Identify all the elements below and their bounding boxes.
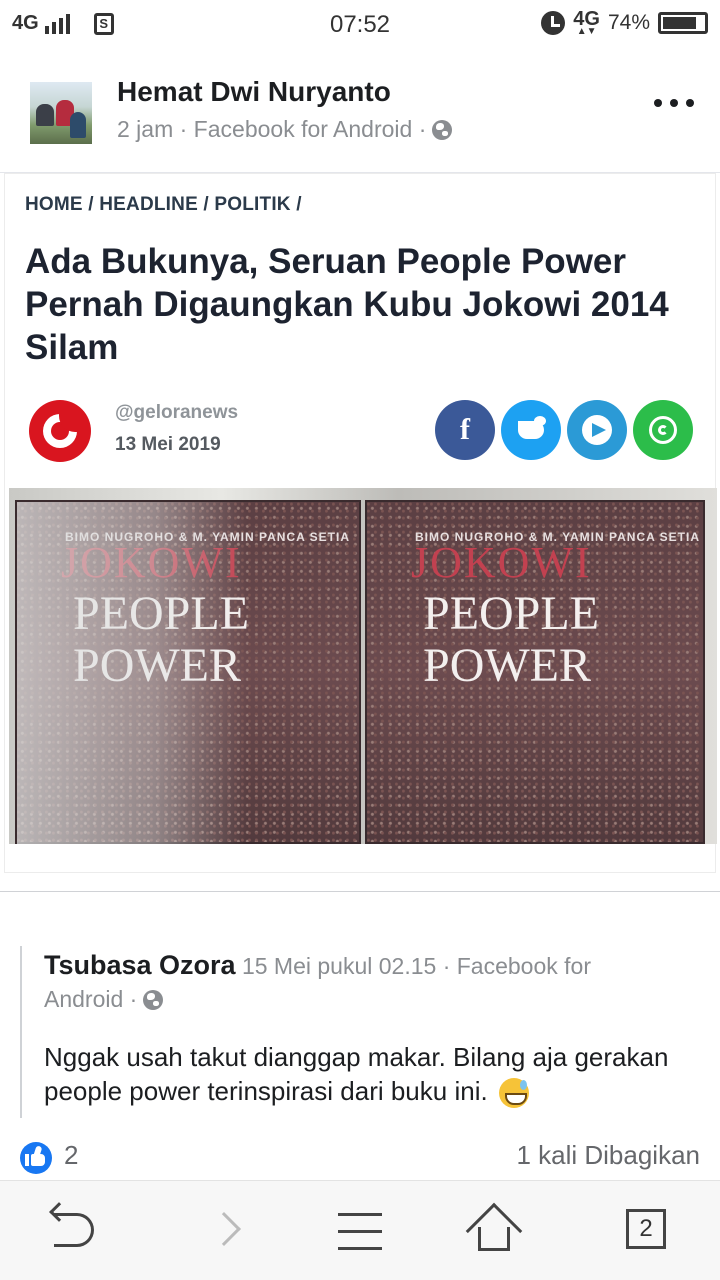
book-photo: BIMO NUGROHO & M. YAMIN PANCA SETIA JOKO… — [9, 488, 717, 844]
dot-icon — [686, 99, 694, 107]
book-title: PEOPLE POWER — [423, 588, 599, 692]
post-meta: 2 jam · Facebook for Android · — [117, 116, 453, 143]
article-screenshot: HOME / HEADLINE / POLITIK / Ada Bukunya,… — [4, 173, 717, 873]
dot-icon — [654, 99, 662, 107]
forward-button[interactable] — [176, 1181, 276, 1280]
bottom-navigation: 2 — [0, 1180, 720, 1280]
article-headline: Ada Bukunya, Seruan People Power Pernah … — [25, 242, 669, 367]
menu-icon — [338, 1213, 382, 1216]
post-meta-text: 2 jam · Facebook for Android · — [117, 116, 427, 142]
book-cover-left: BIMO NUGROHO & M. YAMIN PANCA SETIA JOKO… — [15, 500, 361, 844]
globe-icon — [143, 989, 164, 1010]
publisher-handle: @geloranews — [115, 402, 239, 423]
tabs-button[interactable]: 2 — [596, 1181, 696, 1280]
facebook-share-icon: f — [435, 400, 495, 460]
shared-post[interactable]: Tsubasa Ozora 15 Mei pukul 02.15 · Faceb… — [20, 946, 700, 1118]
breadcrumb: HOME / HEADLINE / POLITIK / — [25, 194, 302, 215]
author-name[interactable]: Hemat Dwi Nuryanto — [117, 76, 391, 108]
status-bar: 4G S 07:52 4G ▲▼ 74% — [0, 0, 720, 50]
book-cover-right: BIMO NUGROHO & M. YAMIN PANCA SETIA JOKO… — [365, 500, 705, 844]
avatar[interactable] — [30, 82, 92, 144]
publisher-logo — [29, 400, 91, 462]
share-buttons: f — [435, 400, 693, 460]
shared-post-text: Nggak usah takut dianggap makar. Bilang … — [44, 1040, 694, 1109]
post-header: Hemat Dwi Nuryanto 2 jam · Facebook for … — [0, 66, 720, 162]
battery-icon — [658, 12, 708, 34]
chevron-right-icon — [207, 1212, 241, 1246]
tab-count: 2 — [626, 1209, 666, 1249]
shared-post-meta-2: Android · — [44, 986, 164, 1013]
book-title-line1: PEOPLE — [423, 587, 600, 640]
like-count[interactable]: 2 — [64, 1140, 78, 1171]
shared-post-header: Tsubasa Ozora 15 Mei pukul 02.15 · Faceb… — [44, 950, 591, 981]
status-right: 4G ▲▼ 74% — [541, 8, 708, 37]
grinning-sweat-emoji-icon — [498, 1078, 529, 1109]
like-icon[interactable] — [20, 1142, 52, 1174]
shared-post-meta-text: Android · — [44, 986, 138, 1012]
book-top-word: JOKOWI — [411, 538, 592, 587]
back-button[interactable] — [22, 1181, 122, 1280]
shared-post-meta: 15 Mei pukul 02.15 · Facebook for — [235, 953, 591, 979]
network-type-right: 4G ▲▼ — [573, 8, 600, 37]
more-options-button[interactable] — [654, 96, 694, 110]
screen: 4G S 07:52 4G ▲▼ 74% Hemat Dwi Nuryanto 2… — [0, 0, 720, 1280]
shared-post-author[interactable]: Tsubasa Ozora — [44, 950, 236, 980]
twitter-share-icon — [501, 400, 561, 460]
dot-icon — [670, 99, 678, 107]
shared-post-body: Nggak usah takut dianggap makar. Bilang … — [44, 1042, 669, 1106]
whatsapp-share-icon — [633, 400, 693, 460]
globe-icon — [432, 119, 453, 140]
menu-button[interactable] — [310, 1181, 410, 1280]
battery-percent: 74% — [607, 11, 650, 34]
book-title-line2: POWER — [423, 639, 591, 692]
share-count[interactable]: 1 kali Dibagikan — [516, 1140, 700, 1171]
home-button[interactable] — [446, 1181, 546, 1280]
post-image[interactable]: HOME / HEADLINE / POLITIK / Ada Bukunya,… — [0, 172, 720, 892]
article-date: 13 Mei 2019 — [115, 434, 221, 455]
telegram-share-icon — [567, 400, 627, 460]
alarm-icon — [541, 11, 566, 35]
reactions-bar: 2 1 kali Dibagikan — [0, 1136, 720, 1176]
